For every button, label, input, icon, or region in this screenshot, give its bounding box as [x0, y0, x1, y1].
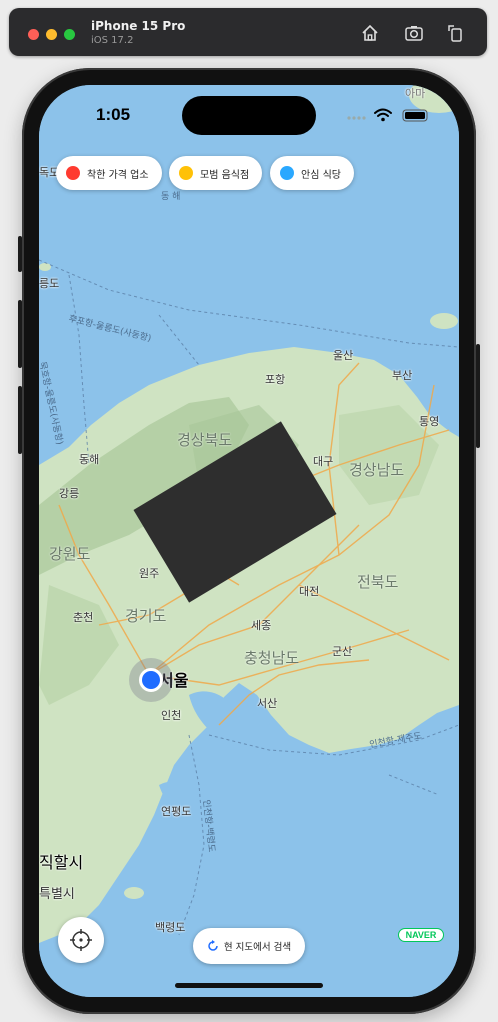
map-label-jikhalsi: 직할시	[39, 853, 84, 872]
map-label-ulleung: 릉도	[39, 277, 60, 290]
filter-label: 모범 음식점	[200, 169, 250, 181]
dynamic-island	[182, 96, 316, 135]
blue-dot-icon	[280, 166, 294, 180]
map-label-baengnyeong: 백령도	[155, 921, 186, 934]
home-icon[interactable]	[359, 22, 381, 44]
filter-safe-restaurant[interactable]: 안심 식당	[270, 156, 354, 190]
map-label-jeonbuk: 전북도	[357, 573, 399, 591]
red-dot-icon	[66, 166, 80, 180]
map-label-teukbyeolsi: 특별시	[39, 887, 75, 902]
map-label-sejong: 세종	[251, 619, 272, 632]
filter-model-restaurant[interactable]: 모범 음식점	[169, 156, 263, 190]
os-version: iOS 17.2	[91, 35, 134, 46]
action-button	[18, 236, 22, 272]
map-label-tongyeong: 통영	[419, 415, 440, 428]
map-label-yeonpyeong: 연평도	[161, 805, 192, 818]
volume-down-button	[18, 386, 22, 454]
status-time: 1:05	[96, 105, 131, 124]
map-label-gyeonggi: 경기도	[125, 607, 167, 625]
map-label-gangwon: 강원도	[49, 545, 91, 563]
power-button	[476, 344, 480, 448]
screenshot-camera-icon[interactable]	[403, 22, 425, 44]
map-label-seoul: 서울	[159, 671, 189, 690]
map-label-top-right: 아마	[405, 87, 426, 100]
refresh-icon	[208, 940, 218, 951]
map-label-gunsan: 군산	[332, 645, 353, 658]
filter-good-price[interactable]: 착한 가격 업소	[56, 156, 162, 190]
map-label-daejeon: 대전	[299, 585, 320, 598]
phone-screen: 독도 동 해 릉도 후포항-울릉도(사동항) 묵호항-울릉도(사동항) 아마 울…	[39, 85, 459, 997]
search-this-area-button[interactable]: 현 지도에서 검색	[193, 928, 305, 964]
rotate-device-icon[interactable]	[445, 22, 467, 44]
map-label-gyeongbuk: 경상북도	[177, 431, 233, 449]
close-window-button[interactable]	[28, 29, 39, 40]
map-label-gangneung: 강릉	[59, 487, 80, 500]
map-label-busan: 부산	[392, 369, 413, 382]
zoom-window-button[interactable]	[64, 29, 75, 40]
map-label-wonju: 원주	[139, 567, 160, 580]
device-name: iPhone 15 Pro	[91, 19, 186, 33]
map-label-chuncheon: 춘천	[73, 611, 94, 624]
map-label-east-sea: 동 해	[161, 192, 181, 202]
volume-up-button	[18, 300, 22, 368]
my-location-button[interactable]	[58, 917, 104, 963]
crosshair-icon	[70, 929, 92, 951]
map-label-daegu: 대구	[313, 455, 334, 468]
yellow-dot-icon	[179, 166, 193, 180]
simulator-title-bar: iPhone 15 Pro iOS 17.2	[9, 8, 487, 56]
filter-label: 착한 가격 업소	[87, 169, 149, 181]
current-location-marker	[139, 668, 163, 692]
map-label-gyeongnam: 경상남도	[349, 461, 405, 479]
status-icons	[345, 107, 429, 127]
signal-icon	[347, 116, 366, 120]
map-label-donghae: 동해	[79, 453, 100, 466]
minimize-window-button[interactable]	[46, 29, 57, 40]
map-label-seosan: 서산	[257, 697, 278, 710]
naver-logo: NAVER	[398, 928, 444, 942]
wifi-icon	[374, 108, 392, 117]
map-label-ulsan: 울산	[333, 349, 354, 362]
home-indicator[interactable]	[175, 983, 323, 988]
search-this-area-label: 현 지도에서 검색	[223, 942, 292, 953]
map-label-chungnam: 충청남도	[244, 649, 300, 667]
map-label-incheon: 인천	[161, 709, 182, 722]
map-label-pohang: 포항	[265, 373, 286, 386]
filter-label: 안심 식당	[301, 169, 341, 181]
